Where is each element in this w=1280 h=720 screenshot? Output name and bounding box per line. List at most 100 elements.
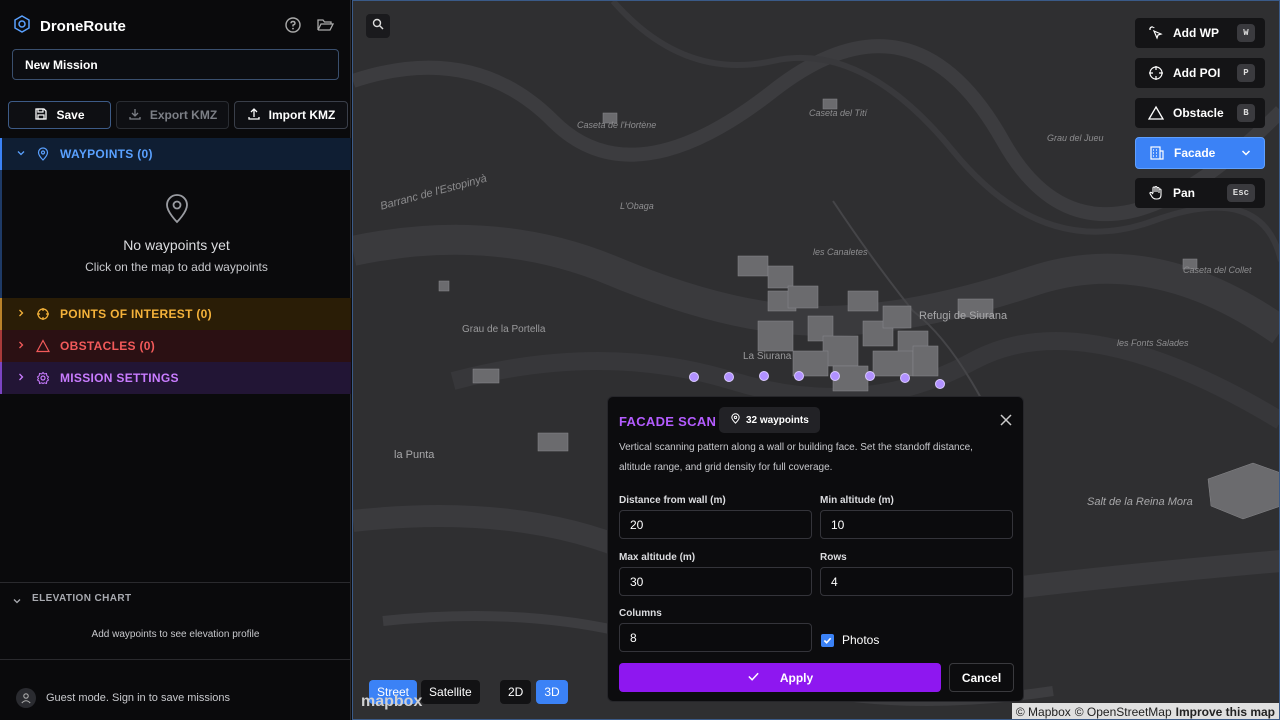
obstacle-label: Obstacle: [1173, 106, 1224, 120]
import-kmz-button[interactable]: Import KMZ: [234, 101, 348, 129]
save-button[interactable]: Save: [8, 101, 111, 129]
rows-label: Rows: [820, 552, 847, 563]
improve-map-link[interactable]: Improve this map: [1176, 705, 1275, 719]
rows-input[interactable]: [820, 567, 1013, 596]
user-icon[interactable]: [16, 688, 36, 708]
map-pin-icon: [164, 194, 190, 229]
add-poi-tool[interactable]: Add POI P: [1135, 58, 1265, 88]
elevation-title[interactable]: ELEVATION CHART: [32, 593, 132, 604]
waypoint-marker[interactable]: [900, 373, 910, 383]
guest-text: Guest mode. Sign in to save missions: [46, 692, 231, 704]
shortcut-key: B: [1237, 104, 1255, 122]
download-icon: [128, 107, 142, 124]
help-icon[interactable]: [284, 16, 302, 34]
shortcut-key: P: [1237, 64, 1255, 82]
crosshair-icon: [36, 307, 50, 321]
toolbar: Save Export KMZ Import KMZ: [8, 101, 348, 129]
check-icon: [747, 670, 760, 686]
cancel-button[interactable]: Cancel: [949, 663, 1014, 692]
view-3d-button[interactable]: 3D: [536, 680, 568, 704]
obstacles-heading: OBSTACLES (0): [60, 339, 156, 353]
add-waypoint-tool[interactable]: Add WP W: [1135, 18, 1265, 48]
brand: DroneRoute: [12, 14, 126, 39]
facade-scan-dialog: FACADE SCAN 32 waypoints Vertical scanni…: [607, 396, 1024, 702]
map-label: Caseta del Collet: [1183, 265, 1252, 275]
satellite-style-button[interactable]: Satellite: [421, 680, 480, 704]
map-dimension-switcher: 2D 3D: [500, 680, 568, 704]
import-label: Import KMZ: [268, 108, 336, 122]
waypoint-marker[interactable]: [759, 371, 769, 381]
crosshair-icon: [1147, 64, 1165, 82]
waypoint-marker[interactable]: [794, 371, 804, 381]
cursor-click-icon: [1147, 24, 1165, 42]
map-label: Salt de la Reina Mora: [1087, 496, 1193, 508]
folder-open-icon[interactable]: [316, 16, 335, 34]
section-waypoints[interactable]: WAYPOINTS (0): [0, 138, 351, 170]
close-icon[interactable]: [999, 413, 1013, 427]
chevron-down-icon[interactable]: [12, 593, 22, 611]
map-label: Grau del Jueu: [1047, 133, 1104, 143]
waypoint-marker[interactable]: [689, 372, 699, 382]
chevron-down-icon[interactable]: [1240, 147, 1252, 162]
hand-icon: [1147, 184, 1165, 202]
view-2d-button[interactable]: 2D: [500, 680, 532, 704]
chevron-right-icon: [16, 307, 28, 321]
distance-input[interactable]: [619, 510, 812, 539]
shortcut-key: Esc: [1226, 184, 1255, 202]
distance-label: Distance from wall (m): [619, 495, 726, 506]
mission-name-input[interactable]: [12, 49, 339, 80]
add-poi-label: Add POI: [1173, 66, 1221, 80]
obstacle-tool[interactable]: Obstacle B: [1135, 98, 1265, 128]
apply-label: Apply: [779, 670, 814, 685]
pan-tool[interactable]: Pan Esc: [1135, 178, 1265, 208]
map-pin-icon: [730, 413, 741, 427]
export-kmz-button[interactable]: Export KMZ: [116, 101, 229, 129]
min-altitude-input[interactable]: [820, 510, 1013, 539]
columns-input[interactable]: [619, 623, 812, 652]
map-label: Refugi de Siurana: [919, 310, 1008, 322]
section-mission-settings[interactable]: MISSION SETTINGS: [0, 362, 351, 394]
photos-checkbox[interactable]: [821, 633, 834, 647]
waypoint-marker[interactable]: [935, 379, 945, 389]
facade-label: Facade: [1174, 146, 1216, 160]
settings-heading: MISSION SETTINGS: [60, 371, 179, 385]
map-label: Grau de la Portella: [462, 324, 546, 335]
search-icon: [372, 17, 384, 35]
apply-button[interactable]: Apply: [619, 663, 941, 692]
mapbox-logo[interactable]: mapbox: [361, 693, 422, 711]
photos-toggle[interactable]: Photos: [821, 633, 879, 647]
dialog-title: FACADE SCAN: [619, 414, 717, 429]
waypoint-marker[interactable]: [830, 371, 840, 381]
section-points-of-interest[interactable]: POINTS OF INTEREST (0): [0, 298, 351, 330]
drone-logo-icon: [12, 14, 32, 39]
waypoint-marker[interactable]: [724, 372, 734, 382]
photos-label: Photos: [842, 633, 880, 647]
badge-text: 32 waypoints: [746, 414, 809, 426]
columns-label: Columns: [619, 608, 662, 619]
empty-subtitle: Click on the map to add waypoints: [85, 260, 268, 274]
add-wp-label: Add WP: [1173, 26, 1219, 40]
shortcut-key: W: [1237, 24, 1255, 42]
gear-icon: [36, 371, 50, 385]
guest-status: Guest mode. Sign in to save missions: [16, 688, 230, 708]
map-label: La Siurana: [743, 351, 792, 362]
max-altitude-input[interactable]: [619, 567, 812, 596]
triangle-icon: [1147, 104, 1165, 122]
osm-attribution-link[interactable]: © OpenStreetMap: [1075, 705, 1172, 719]
map-label: Caseta de l'Hortène: [577, 120, 657, 130]
dialog-description: Vertical scanning pattern along a wall o…: [619, 442, 973, 473]
section-obstacles[interactable]: OBSTACLES (0): [0, 330, 351, 362]
map-search-button[interactable]: [366, 14, 390, 38]
waypoints-heading: WAYPOINTS (0): [60, 147, 153, 161]
elevation-message: Add waypoints to see elevation profile: [91, 629, 260, 640]
app-title: DroneRoute: [40, 18, 126, 35]
app-root: DroneRoute Save Export KMZ Import KMZ: [0, 0, 1280, 720]
building-icon: [1148, 144, 1166, 162]
mapbox-attribution-link[interactable]: © Mapbox: [1016, 705, 1071, 719]
map-label: la Punta: [394, 449, 435, 461]
empty-title: No waypoints yet: [123, 237, 230, 253]
facade-tool[interactable]: Facade: [1135, 137, 1265, 169]
export-label: Export KMZ: [149, 108, 218, 122]
waypoint-marker[interactable]: [865, 371, 875, 381]
map-label: les Canaletes: [813, 247, 868, 257]
